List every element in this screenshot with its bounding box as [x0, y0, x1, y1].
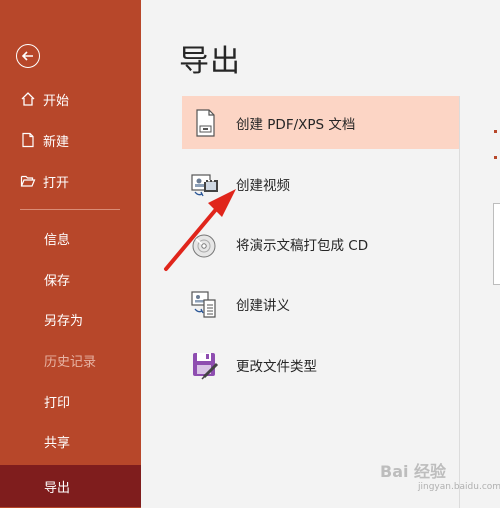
open-folder-icon — [20, 173, 36, 189]
export-option-change-type[interactable]: 更改文件类型 — [182, 338, 459, 391]
nav-save[interactable]: 保存 — [0, 262, 141, 296]
home-icon — [20, 91, 36, 107]
nav-save-as-label: 另存为 — [44, 313, 84, 329]
nav-new-label: 新建 — [43, 134, 70, 150]
nav-open[interactable]: 打开 — [0, 164, 141, 198]
nav-info[interactable]: 信息 — [0, 221, 141, 255]
backstage-sidebar: 开始 新建 打开 信息 保存 另存为 历史记录 打印 共享 导出 — [0, 0, 141, 508]
new-file-icon — [20, 132, 36, 148]
export-option-change-type-label: 更改文件类型 — [236, 358, 317, 375]
nav-print-label: 打印 — [44, 395, 71, 411]
pdf-document-icon — [190, 108, 220, 138]
sidebar-divider — [20, 209, 120, 210]
nav-home-label: 开始 — [43, 93, 70, 109]
export-option-pdf-label: 创建 PDF/XPS 文档 — [236, 116, 356, 133]
nav-print[interactable]: 打印 — [0, 384, 141, 418]
back-arrow-icon[interactable] — [16, 44, 40, 68]
baidu-watermark-url: jingyan.baidu.com — [418, 482, 500, 492]
export-option-pdf[interactable]: 创建 PDF/XPS 文档 — [182, 96, 459, 149]
nav-history-label: 历史记录 — [44, 354, 97, 370]
right-panel-bullet — [494, 156, 497, 159]
panel-divider — [459, 96, 460, 508]
export-option-video-label: 创建视频 — [236, 177, 290, 194]
nav-open-label: 打开 — [43, 175, 70, 191]
export-option-handout-label: 创建讲义 — [236, 297, 290, 314]
nav-share-label: 共享 — [44, 435, 71, 451]
nav-new[interactable]: 新建 — [0, 123, 141, 157]
right-panel-bullet — [494, 130, 497, 133]
nav-home[interactable]: 开始 — [0, 82, 141, 116]
nav-export[interactable]: 导出 — [0, 465, 141, 507]
red-annotation-arrow — [164, 189, 236, 271]
nav-share[interactable]: 共享 — [0, 424, 141, 458]
page-title: 导出 — [179, 44, 241, 79]
change-file-type-icon — [190, 350, 220, 380]
baidu-watermark: Bai 经验 — [380, 462, 447, 481]
export-option-handout[interactable]: 创建讲义 — [182, 277, 459, 330]
nav-history: 历史记录 — [0, 343, 141, 377]
nav-export-label: 导出 — [44, 480, 71, 496]
nav-save-as[interactable]: 另存为 — [0, 302, 141, 336]
right-panel-preview — [493, 203, 500, 285]
export-option-cd-label: 将演示文稿打包成 CD — [236, 237, 369, 254]
nav-info-label: 信息 — [44, 232, 71, 248]
handout-icon — [190, 289, 220, 319]
nav-save-label: 保存 — [44, 273, 71, 289]
